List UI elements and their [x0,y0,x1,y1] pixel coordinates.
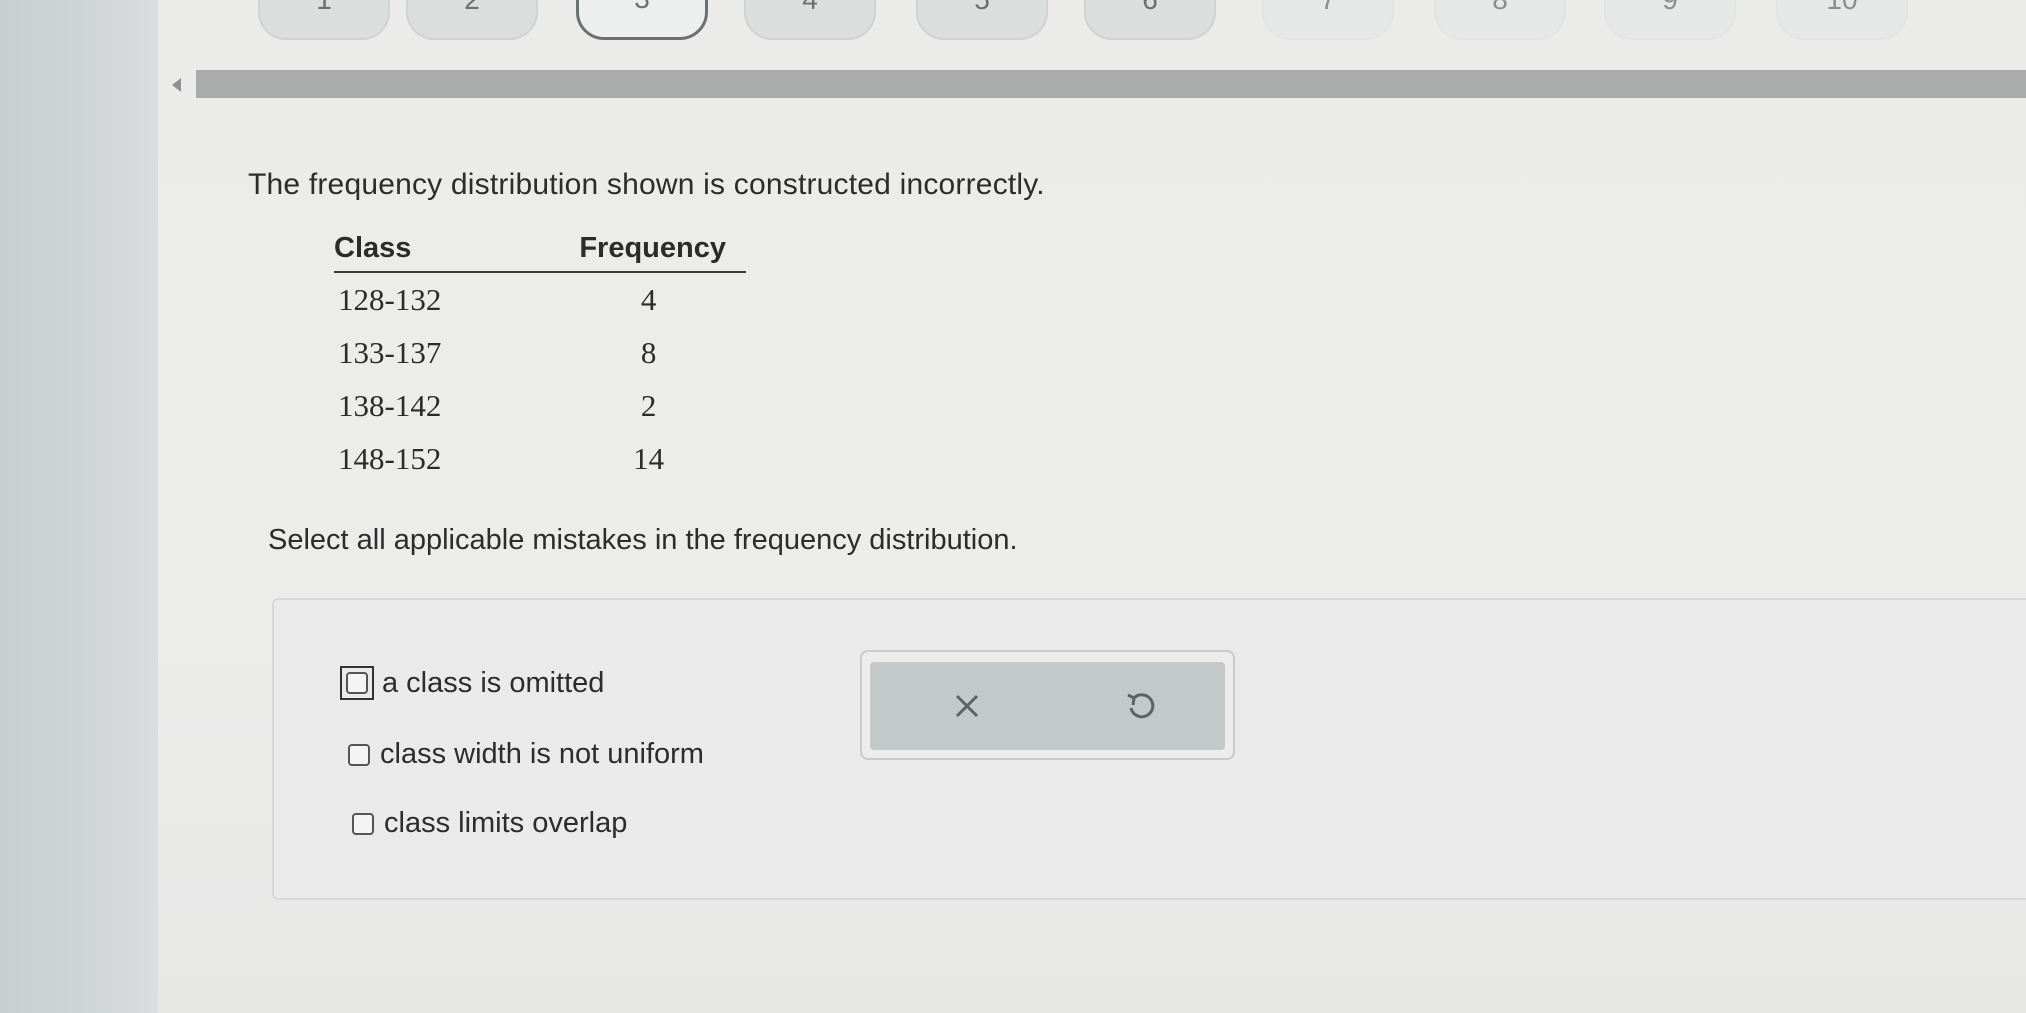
question-statement: The frequency distribution shown is cons… [248,168,1045,201]
class-cell: 148-152 [338,440,442,476]
pager-item-10[interactable]: 10 [1776,0,1908,40]
close-icon [955,694,979,718]
frequency-cell: 2 [640,387,657,423]
table-row: 138-142 2 [334,379,746,432]
question-pager: 1 2 3 4 5 6 7 8 9 10 [158,0,2026,60]
checkbox[interactable] [352,812,374,835]
pager-item-label: 5 [974,0,990,16]
pager-item-9[interactable]: 9 [1604,0,1736,40]
frequency-cell: 8 [640,334,657,370]
pager-item-2[interactable]: 2 [406,0,538,40]
frequency-cell: 4 [640,281,657,317]
table-row: 128-132 4 [334,272,746,326]
question-prompt: Select all applicable mistakes in the fr… [268,524,1018,556]
frequency-cell: 14 [633,440,665,476]
column-header-class: Class [334,232,442,273]
pager-item-7[interactable]: 7 [1262,0,1394,40]
option-label: class width is not uniform [380,738,704,770]
pager-item-label: 10 [1826,0,1857,16]
checkbox[interactable] [348,743,370,766]
table-row: 133-137 8 [334,326,746,379]
pager-item-label: 8 [1492,0,1508,16]
option-label: a class is omitted [382,666,605,699]
pager-item-8[interactable]: 8 [1434,0,1566,40]
answer-actions [860,650,1235,760]
class-cell: 138-142 [338,387,442,423]
undo-button[interactable] [1111,676,1171,736]
table-header-row: Class Frequency [334,232,746,273]
checkbox-focus-ring [340,666,374,700]
screen-bezel [0,0,165,1013]
collapse-arrow-icon[interactable] [172,78,181,92]
pager-item-4[interactable]: 4 [744,0,876,40]
checkbox[interactable] [346,672,368,694]
undo-icon [1127,693,1155,719]
pager-item-label: 7 [1320,0,1336,16]
class-cell: 133-137 [338,334,442,370]
pager-item-5[interactable]: 5 [916,0,1048,40]
option-limits-overlap[interactable]: class limits overlap [352,807,627,840]
pager-item-1[interactable]: 1 [258,0,390,40]
pager-item-label: 4 [802,0,818,16]
pager-item-label: 1 [316,0,332,16]
answer-actions-bar [870,662,1225,750]
pager-item-3[interactable]: 3 [576,0,708,40]
frequency-table: Class Frequency 128-132 4 133-137 8 138-… [334,232,746,485]
pager-item-6[interactable]: 6 [1084,0,1216,40]
pager-item-label: 2 [464,0,480,16]
option-class-omitted[interactable]: a class is omitted [340,666,604,700]
table-row: 148-152 14 [334,432,746,485]
option-width-not-uniform[interactable]: class width is not uniform [348,738,704,771]
class-cell: 128-132 [338,281,442,317]
pager-item-label: 6 [1142,0,1158,16]
pane-divider[interactable] [196,70,2026,98]
option-label: class limits overlap [384,807,628,839]
clear-button[interactable] [937,676,997,736]
pager-item-label: 3 [634,0,650,15]
column-header-frequency: Frequency [441,232,746,273]
pager-item-label: 9 [1662,0,1678,16]
